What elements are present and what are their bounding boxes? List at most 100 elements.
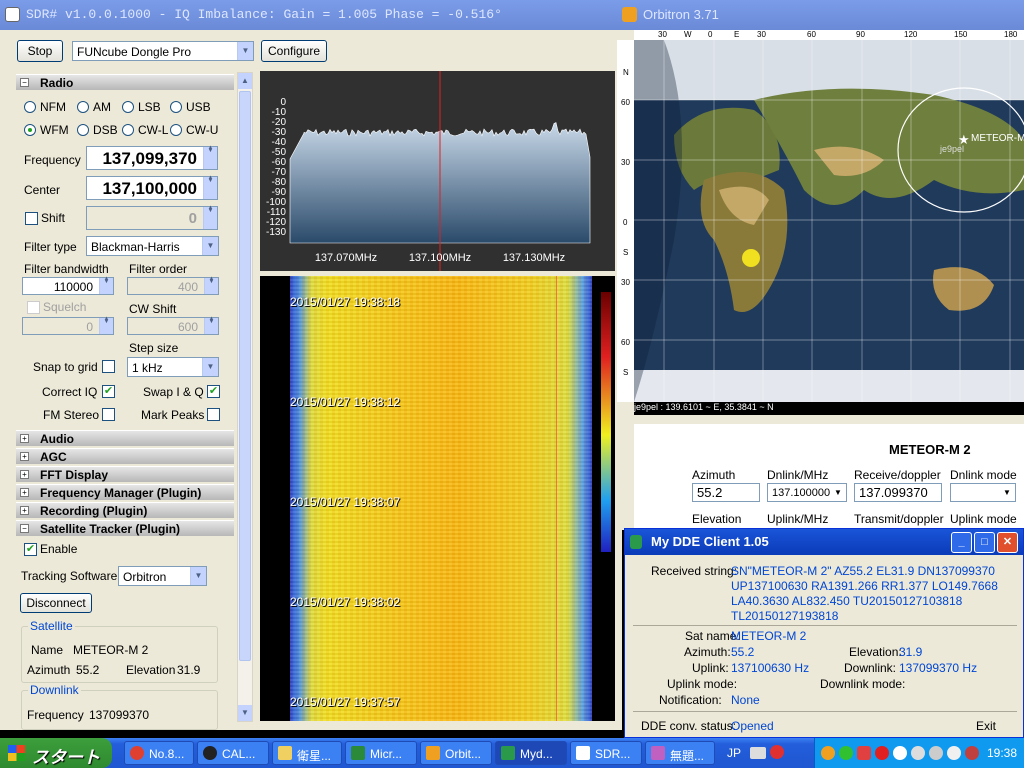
section-audio[interactable]: + Audio	[16, 430, 234, 446]
tray-icon[interactable]	[929, 746, 943, 760]
mode-wfm-radio[interactable]	[24, 124, 36, 136]
squelch-input[interactable]: 0 ▲ ▼	[22, 316, 114, 335]
shift-input[interactable]: 0 ▲ ▼	[86, 205, 218, 230]
section-fft-display[interactable]: + FFT Display	[16, 466, 234, 482]
center-input[interactable]: 137,100,000 ▲ ▼	[86, 175, 218, 200]
taskbar-item[interactable]: Micr...	[345, 741, 417, 765]
sdr-titlebar[interactable]: SDR# v1.0.0.1000 - IQ Imbalance: Gain = …	[0, 0, 622, 30]
mode-wfm-label: WFM	[40, 123, 69, 137]
snap-checkbox[interactable]	[102, 360, 115, 373]
mode-cwu-radio[interactable]	[170, 124, 182, 136]
mode-nfm-label: NFM	[40, 100, 66, 114]
taskbar-item[interactable]: 無題...	[645, 741, 715, 765]
tray-icon[interactable]	[893, 746, 907, 760]
language-indicator[interactable]: JP	[727, 746, 741, 760]
map-tick: 120	[904, 30, 918, 39]
left-ruler: N 60 30 0 S 30 60 S	[617, 40, 634, 402]
map-status-text: je9pel : 139.6101 ~ E, 35.3841 ~ N	[634, 402, 774, 412]
filter-order-spinner[interactable]: ▲ ▼	[204, 276, 218, 294]
orbitron-titlebar[interactable]: Orbitron 3.71	[617, 0, 1024, 30]
scroll-down-icon[interactable]: ▼	[238, 705, 252, 721]
spectrum-display[interactable]: 0 -10 -20 -30 -40 -50 -60 -70 -80 -90 -100 -110 -120…	[260, 71, 615, 271]
dde-elevation-value: 31.9	[899, 645, 923, 659]
chevron-down-icon: ▼	[202, 237, 218, 255]
tray-icon[interactable]	[839, 746, 853, 760]
taskbar-item[interactable]: SDR...	[570, 741, 642, 765]
waterfall-display[interactable]: 2015/01/27 19:38:18 2015/01/27 19:38:12 …	[260, 276, 615, 721]
downlink-group-title: Downlink	[28, 683, 81, 697]
world-map[interactable]: ★ METEOR-M je9pel	[634, 40, 1024, 402]
taskbar-item[interactable]: No.8...	[124, 741, 194, 765]
clock[interactable]: 19:38	[987, 746, 1017, 760]
section-satellite-tracker[interactable]: − Satellite Tracker (Plugin)	[16, 520, 234, 536]
tray-icon[interactable]	[821, 746, 835, 760]
swap-iq-checkbox[interactable]: ✔	[207, 385, 220, 398]
orb-azimuth-field[interactable]: 55.2	[692, 483, 760, 502]
mode-am-radio[interactable]	[77, 101, 89, 113]
mode-lsb-radio[interactable]	[122, 101, 134, 113]
mode-dsb-radio[interactable]	[77, 124, 89, 136]
scroll-thumb[interactable]	[239, 91, 251, 661]
mode-usb-radio[interactable]	[170, 101, 182, 113]
map-tick: S	[623, 248, 629, 257]
tray-icon[interactable]	[911, 746, 925, 760]
section-frequency-manager-label: Frequency Manager (Plugin)	[40, 486, 202, 500]
orb-receive-field[interactable]: 137.099370	[854, 483, 942, 502]
exit-button[interactable]: Exit	[976, 719, 996, 733]
dde-uplink-value: 137100630 Hz	[731, 661, 810, 675]
dde-azimuth-label: Azimuth:	[684, 645, 731, 659]
taskbar-item[interactable]: CAL...	[197, 741, 269, 765]
cw-shift-input[interactable]: 600 ▲ ▼	[127, 316, 219, 335]
tray-icon[interactable]	[875, 746, 889, 760]
filter-bandwidth-spinner[interactable]: ▲ ▼	[99, 276, 113, 294]
enable-checkbox[interactable]: ✔	[24, 543, 37, 556]
section-audio-label: Audio	[40, 432, 74, 446]
squelch-spinner[interactable]: ▲ ▼	[99, 316, 113, 334]
expand-icon: +	[20, 434, 29, 443]
frequency-input[interactable]: 137,099,370 ▲ ▼	[86, 145, 218, 170]
shift-spinner[interactable]: ▲ ▼	[203, 205, 217, 229]
stop-button[interactable]: Stop	[17, 40, 63, 62]
maximize-icon[interactable]: □	[974, 532, 995, 553]
tray-icon[interactable]	[965, 746, 979, 760]
device-select[interactable]: FUNcube Dongle Pro ▼	[72, 41, 254, 61]
mark-peaks-checkbox[interactable]	[207, 408, 220, 421]
dde-titlebar[interactable]: My DDE Client 1.05 _ □ ✕	[625, 529, 1023, 555]
panel-scrollbar[interactable]: ▲ ▼	[237, 72, 253, 722]
section-recording[interactable]: + Recording (Plugin)	[16, 502, 234, 518]
frequency-spinner[interactable]: ▲ ▼	[203, 145, 217, 169]
fm-stereo-checkbox[interactable]	[102, 408, 115, 421]
shift-checkbox[interactable]	[25, 212, 38, 225]
ime-icon[interactable]	[770, 745, 784, 759]
taskbar-item[interactable]: 衛星...	[272, 741, 342, 765]
cw-shift-spinner[interactable]: ▲ ▼	[204, 316, 218, 334]
center-spinner[interactable]: ▲ ▼	[203, 175, 217, 199]
filter-bandwidth-input[interactable]: 110000 ▲ ▼	[22, 276, 114, 295]
step-size-select[interactable]: 1 kHz ▼	[127, 357, 219, 377]
frequency-value: 137,099,370	[102, 149, 197, 168]
close-icon[interactable]: ✕	[997, 532, 1018, 553]
tracking-software-label: Tracking Software	[21, 569, 118, 583]
tray-icon[interactable]	[857, 746, 871, 760]
filter-order-input[interactable]: 400 ▲ ▼	[127, 276, 219, 295]
filter-type-select[interactable]: Blackman-Harris ▼	[86, 236, 219, 256]
start-button[interactable]: スタート	[0, 738, 112, 768]
taskbar-item[interactable]: Orbit...	[420, 741, 492, 765]
section-radio[interactable]: − Radio	[16, 74, 234, 90]
keyboard-icon[interactable]	[750, 747, 766, 759]
disconnect-button[interactable]: Disconnect	[20, 593, 92, 613]
correct-iq-checkbox[interactable]: ✔	[102, 385, 115, 398]
configure-button[interactable]: Configure	[261, 40, 327, 62]
taskbar-item[interactable]: Myd...	[495, 741, 567, 765]
squelch-checkbox[interactable]	[27, 301, 40, 314]
mode-cwl-radio[interactable]	[122, 124, 134, 136]
tracking-software-select[interactable]: Orbitron ▼	[118, 566, 207, 586]
section-frequency-manager[interactable]: + Frequency Manager (Plugin)	[16, 484, 234, 500]
orb-dnlink-select[interactable]: 137.100000 ▼	[767, 483, 847, 502]
scroll-up-icon[interactable]: ▲	[238, 73, 252, 89]
mode-nfm-radio[interactable]	[24, 101, 36, 113]
section-agc[interactable]: + AGC	[16, 448, 234, 464]
minimize-icon[interactable]: _	[951, 532, 972, 553]
orb-dnmode-select[interactable]: ▼	[950, 483, 1016, 502]
tray-icon[interactable]	[947, 746, 961, 760]
